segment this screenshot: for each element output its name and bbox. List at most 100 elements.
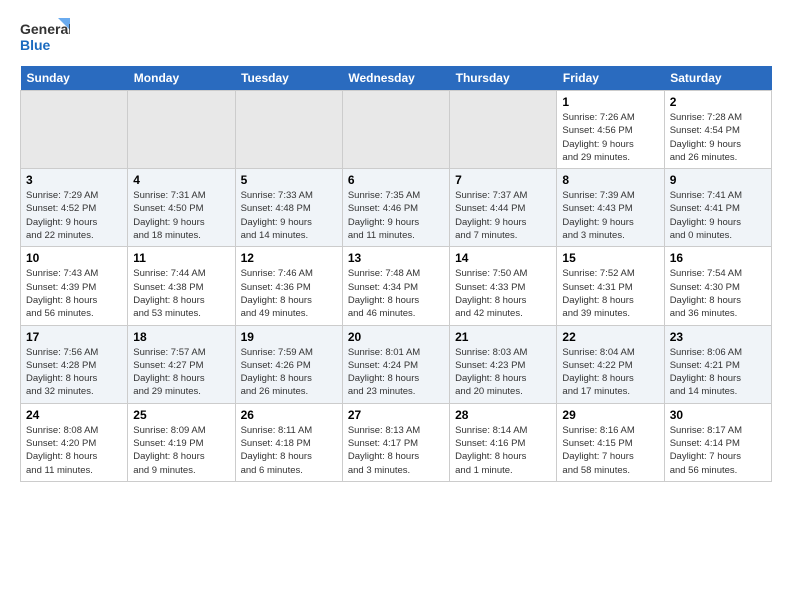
- day-number: 2: [670, 95, 766, 109]
- calendar-cell: 14Sunrise: 7:50 AM Sunset: 4:33 PM Dayli…: [450, 247, 557, 325]
- calendar-cell: 23Sunrise: 8:06 AM Sunset: 4:21 PM Dayli…: [664, 325, 771, 403]
- day-info: Sunrise: 8:11 AM Sunset: 4:18 PM Dayligh…: [241, 424, 337, 477]
- week-row-1: 1 Sunrise: 7:26 AM Sunset: 4:56 PM Daylig…: [21, 91, 772, 169]
- calendar: SundayMondayTuesdayWednesdayThursdayFrid…: [20, 66, 772, 482]
- calendar-cell: 24 Sunrise: 8:08 AM Sunset: 4:20 PM Dayli…: [21, 403, 128, 481]
- day-number: 25: [133, 408, 229, 422]
- week-row-5: 24 Sunrise: 8:08 AM Sunset: 4:20 PM Dayli…: [21, 403, 772, 481]
- calendar-cell: 7 Sunrise: 7:37 AM Sunset: 4:44 PM Daylig…: [450, 169, 557, 247]
- week-row-4: 17 Sunrise: 7:56 AM Sunset: 4:28 PM Dayli…: [21, 325, 772, 403]
- calendar-cell: 17 Sunrise: 7:56 AM Sunset: 4:28 PM Dayli…: [21, 325, 128, 403]
- day-info: Sunrise: 8:06 AM Sunset: 4:21 PM Dayligh…: [670, 346, 766, 399]
- day-info: Sunrise: 8:09 AM Sunset: 4:19 PM Dayligh…: [133, 424, 229, 477]
- day-number: 6: [348, 173, 444, 187]
- calendar-cell: 16 Sunrise: 7:54 AM Sunset: 4:30 PM Dayli…: [664, 247, 771, 325]
- calendar-cell: 25 Sunrise: 8:09 AM Sunset: 4:19 PM Dayli…: [128, 403, 235, 481]
- day-info: Sunrise: 8:14 AM Sunset: 4:16 PM Dayligh…: [455, 424, 551, 477]
- day-info: Sunrise: 7:37 AM Sunset: 4:44 PM Dayligh…: [455, 189, 551, 242]
- day-number: 20: [348, 330, 444, 344]
- day-number: 22: [562, 330, 658, 344]
- day-number: 7: [455, 173, 551, 187]
- day-info: Sunrise: 7:44 AM Sunset: 4:38 PM Dayligh…: [133, 267, 229, 320]
- day-info: Sunrise: 7:31 AM Sunset: 4:50 PM Dayligh…: [133, 189, 229, 242]
- day-info: Sunrise: 8:04 AM Sunset: 4:22 PM Dayligh…: [562, 346, 658, 399]
- column-header-thursday: Thursday: [450, 66, 557, 91]
- calendar-cell: 13 Sunrise: 7:48 AM Sunset: 4:34 PM Dayli…: [342, 247, 449, 325]
- day-info: Sunrise: 7:39 AM Sunset: 4:43 PM Dayligh…: [562, 189, 658, 242]
- calendar-cell: 21Sunrise: 8:03 AM Sunset: 4:23 PM Dayli…: [450, 325, 557, 403]
- day-info: Sunrise: 7:57 AM Sunset: 4:27 PM Dayligh…: [133, 346, 229, 399]
- calendar-cell: [342, 91, 449, 169]
- calendar-header-row: SundayMondayTuesdayWednesdayThursdayFrid…: [21, 66, 772, 91]
- column-header-sunday: Sunday: [21, 66, 128, 91]
- calendar-cell: 30Sunrise: 8:17 AM Sunset: 4:14 PM Dayli…: [664, 403, 771, 481]
- calendar-cell: 4 Sunrise: 7:31 AM Sunset: 4:50 PM Daylig…: [128, 169, 235, 247]
- day-number: 17: [26, 330, 122, 344]
- day-info: Sunrise: 8:08 AM Sunset: 4:20 PM Dayligh…: [26, 424, 122, 477]
- day-number: 15: [562, 251, 658, 265]
- week-row-2: 3 Sunrise: 7:29 AM Sunset: 4:52 PM Daylig…: [21, 169, 772, 247]
- calendar-cell: 6 Sunrise: 7:35 AM Sunset: 4:46 PM Daylig…: [342, 169, 449, 247]
- calendar-cell: [128, 91, 235, 169]
- logo-svg: GeneralBlue: [20, 16, 70, 56]
- logo: GeneralBlue: [20, 16, 70, 56]
- calendar-cell: [235, 91, 342, 169]
- calendar-cell: 15 Sunrise: 7:52 AM Sunset: 4:31 PM Dayli…: [557, 247, 664, 325]
- day-number: 24: [26, 408, 122, 422]
- day-info: Sunrise: 7:33 AM Sunset: 4:48 PM Dayligh…: [241, 189, 337, 242]
- day-info: Sunrise: 7:29 AM Sunset: 4:52 PM Dayligh…: [26, 189, 122, 242]
- calendar-cell: 20 Sunrise: 8:01 AM Sunset: 4:24 PM Dayli…: [342, 325, 449, 403]
- day-info: Sunrise: 7:43 AM Sunset: 4:39 PM Dayligh…: [26, 267, 122, 320]
- calendar-cell: 1 Sunrise: 7:26 AM Sunset: 4:56 PM Daylig…: [557, 91, 664, 169]
- svg-text:General: General: [20, 21, 70, 37]
- day-number: 14: [455, 251, 551, 265]
- day-info: Sunrise: 7:35 AM Sunset: 4:46 PM Dayligh…: [348, 189, 444, 242]
- day-number: 8: [562, 173, 658, 187]
- column-header-wednesday: Wednesday: [342, 66, 449, 91]
- page-container: GeneralBlue SundayMondayTuesdayWednesday…: [0, 0, 792, 492]
- calendar-cell: 11 Sunrise: 7:44 AM Sunset: 4:38 PM Dayli…: [128, 247, 235, 325]
- day-info: Sunrise: 7:56 AM Sunset: 4:28 PM Dayligh…: [26, 346, 122, 399]
- day-info: Sunrise: 7:26 AM Sunset: 4:56 PM Dayligh…: [562, 111, 658, 164]
- day-info: Sunrise: 7:52 AM Sunset: 4:31 PM Dayligh…: [562, 267, 658, 320]
- day-info: Sunrise: 8:16 AM Sunset: 4:15 PM Dayligh…: [562, 424, 658, 477]
- day-info: Sunrise: 7:28 AM Sunset: 4:54 PM Dayligh…: [670, 111, 766, 164]
- day-number: 11: [133, 251, 229, 265]
- day-info: Sunrise: 7:59 AM Sunset: 4:26 PM Dayligh…: [241, 346, 337, 399]
- svg-text:Blue: Blue: [20, 37, 51, 53]
- calendar-cell: [450, 91, 557, 169]
- calendar-cell: 19Sunrise: 7:59 AM Sunset: 4:26 PM Dayli…: [235, 325, 342, 403]
- day-number: 26: [241, 408, 337, 422]
- day-info: Sunrise: 7:54 AM Sunset: 4:30 PM Dayligh…: [670, 267, 766, 320]
- day-number: 3: [26, 173, 122, 187]
- day-number: 1: [562, 95, 658, 109]
- calendar-cell: 18Sunrise: 7:57 AM Sunset: 4:27 PM Dayli…: [128, 325, 235, 403]
- day-info: Sunrise: 8:13 AM Sunset: 4:17 PM Dayligh…: [348, 424, 444, 477]
- day-info: Sunrise: 8:01 AM Sunset: 4:24 PM Dayligh…: [348, 346, 444, 399]
- calendar-cell: 22 Sunrise: 8:04 AM Sunset: 4:22 PM Dayli…: [557, 325, 664, 403]
- calendar-cell: 27Sunrise: 8:13 AM Sunset: 4:17 PM Dayli…: [342, 403, 449, 481]
- day-number: 30: [670, 408, 766, 422]
- day-number: 16: [670, 251, 766, 265]
- calendar-cell: 3 Sunrise: 7:29 AM Sunset: 4:52 PM Daylig…: [21, 169, 128, 247]
- day-info: Sunrise: 7:46 AM Sunset: 4:36 PM Dayligh…: [241, 267, 337, 320]
- calendar-cell: 5Sunrise: 7:33 AM Sunset: 4:48 PM Daylig…: [235, 169, 342, 247]
- day-number: 4: [133, 173, 229, 187]
- week-row-3: 10 Sunrise: 7:43 AM Sunset: 4:39 PM Dayli…: [21, 247, 772, 325]
- header: GeneralBlue: [20, 16, 772, 56]
- column-header-friday: Friday: [557, 66, 664, 91]
- day-number: 13: [348, 251, 444, 265]
- day-number: 12: [241, 251, 337, 265]
- column-header-saturday: Saturday: [664, 66, 771, 91]
- day-number: 10: [26, 251, 122, 265]
- calendar-cell: 29 Sunrise: 8:16 AM Sunset: 4:15 PM Dayli…: [557, 403, 664, 481]
- calendar-cell: 2 Sunrise: 7:28 AM Sunset: 4:54 PM Daylig…: [664, 91, 771, 169]
- day-info: Sunrise: 7:48 AM Sunset: 4:34 PM Dayligh…: [348, 267, 444, 320]
- day-number: 9: [670, 173, 766, 187]
- calendar-cell: 28Sunrise: 8:14 AM Sunset: 4:16 PM Dayli…: [450, 403, 557, 481]
- column-header-tuesday: Tuesday: [235, 66, 342, 91]
- day-number: 29: [562, 408, 658, 422]
- calendar-cell: 9Sunrise: 7:41 AM Sunset: 4:41 PM Daylig…: [664, 169, 771, 247]
- calendar-cell: 12 Sunrise: 7:46 AM Sunset: 4:36 PM Dayli…: [235, 247, 342, 325]
- day-info: Sunrise: 8:03 AM Sunset: 4:23 PM Dayligh…: [455, 346, 551, 399]
